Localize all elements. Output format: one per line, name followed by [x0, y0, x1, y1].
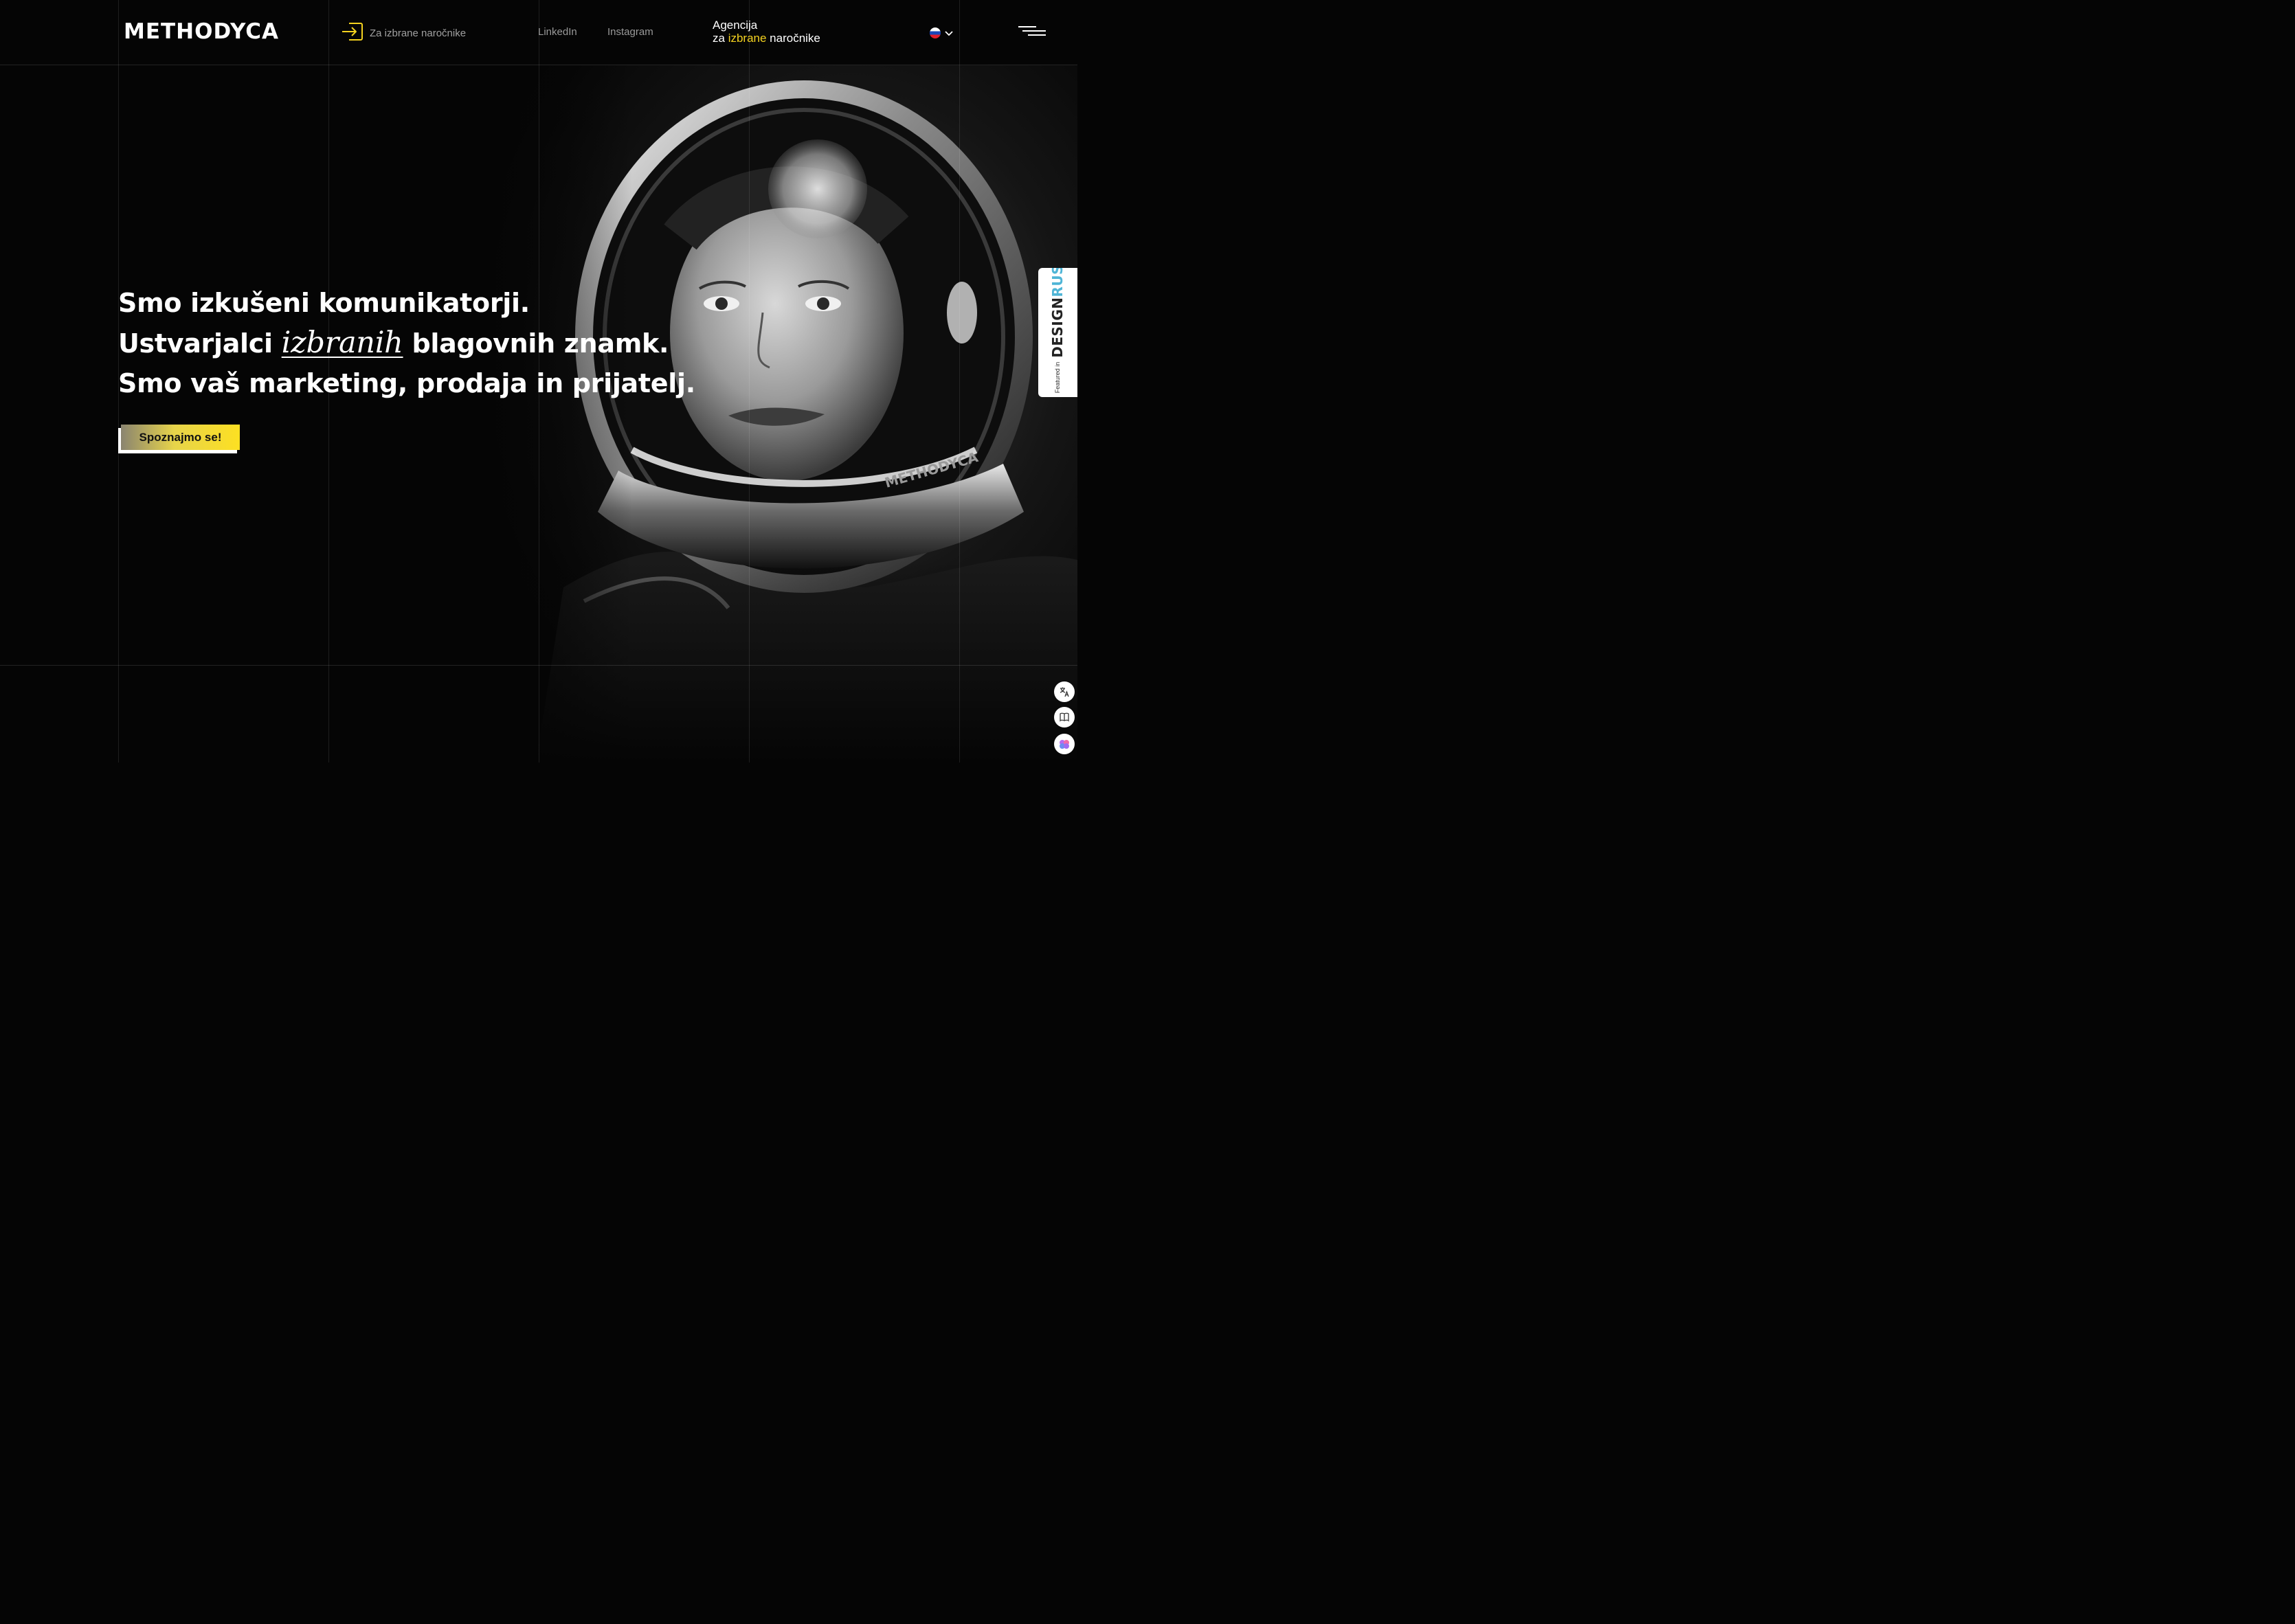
badge-featured-text: Featured in — [1054, 361, 1061, 394]
hero-italic-word: izbranih — [281, 326, 403, 360]
header-tagline: Agencija za izbrane naročnike — [713, 19, 820, 45]
lets-meet-button[interactable]: Spoznajmo se! — [118, 425, 240, 453]
hero-line-3: Smo vaš marketing, prodaja in prijatelj. — [118, 368, 695, 398]
brain-icon[interactable] — [1054, 734, 1075, 754]
site-header: METHODYCA Za izbrane naročnike LinkedIn … — [0, 0, 1077, 65]
tagline-line1: Agencija — [713, 19, 758, 32]
slovenia-flag-icon — [930, 27, 941, 38]
badge-wordmark: DESIGNRUSH — [1049, 268, 1066, 358]
badge-content: Featured in DESIGNRUSH — [1048, 268, 1067, 397]
language-selector[interactable] — [930, 26, 953, 39]
chevron-down-icon — [945, 26, 953, 39]
hero-headline: Smo izkušeni komunikatorji. Ustvarjalci … — [118, 283, 695, 403]
login-label: Za izbrane naročnike — [370, 27, 467, 39]
hero-astronaut-image: METHODYCA — [481, 65, 1077, 763]
tagline-accent: izbrane — [728, 32, 767, 45]
methodyca-logo[interactable]: METHODYCA — [124, 19, 279, 44]
hero-line-2-end: blagovnih znamk. — [403, 328, 669, 359]
book-icon[interactable] — [1054, 707, 1075, 728]
tagline-suffix: naročnike — [766, 32, 820, 45]
hero-line-1: Smo izkušeni komunikatorji. — [118, 288, 530, 318]
menu-icon[interactable] — [1018, 26, 1046, 40]
page: METHODYCA METHODYCA Za izbrane naročnike… — [0, 0, 1077, 763]
nav-instagram[interactable]: Instagram — [607, 26, 653, 38]
designrush-badge[interactable]: Featured in DESIGNRUSH — [1038, 268, 1077, 397]
hero-line-2: Ustvarjalci izbranih blagovnih znamk. — [118, 323, 695, 363]
grid-line — [749, 0, 750, 763]
hero-line-2-start: Ustvarjalci — [118, 328, 282, 359]
badge-rush: RUSH — [1049, 268, 1066, 297]
nav-linkedin[interactable]: LinkedIn — [538, 26, 577, 38]
badge-design: DESIGN — [1049, 297, 1066, 358]
button-label: Spoznajmo se! — [121, 425, 240, 450]
section-divider — [0, 665, 1077, 666]
login-icon — [341, 21, 364, 45]
client-login-link[interactable]: Za izbrane naročnike — [341, 21, 466, 45]
grid-line — [959, 0, 960, 763]
tagline-prefix: za — [713, 32, 728, 45]
tagline-line2: za izbrane naročnike — [713, 32, 820, 45]
translate-icon[interactable] — [1054, 681, 1075, 702]
